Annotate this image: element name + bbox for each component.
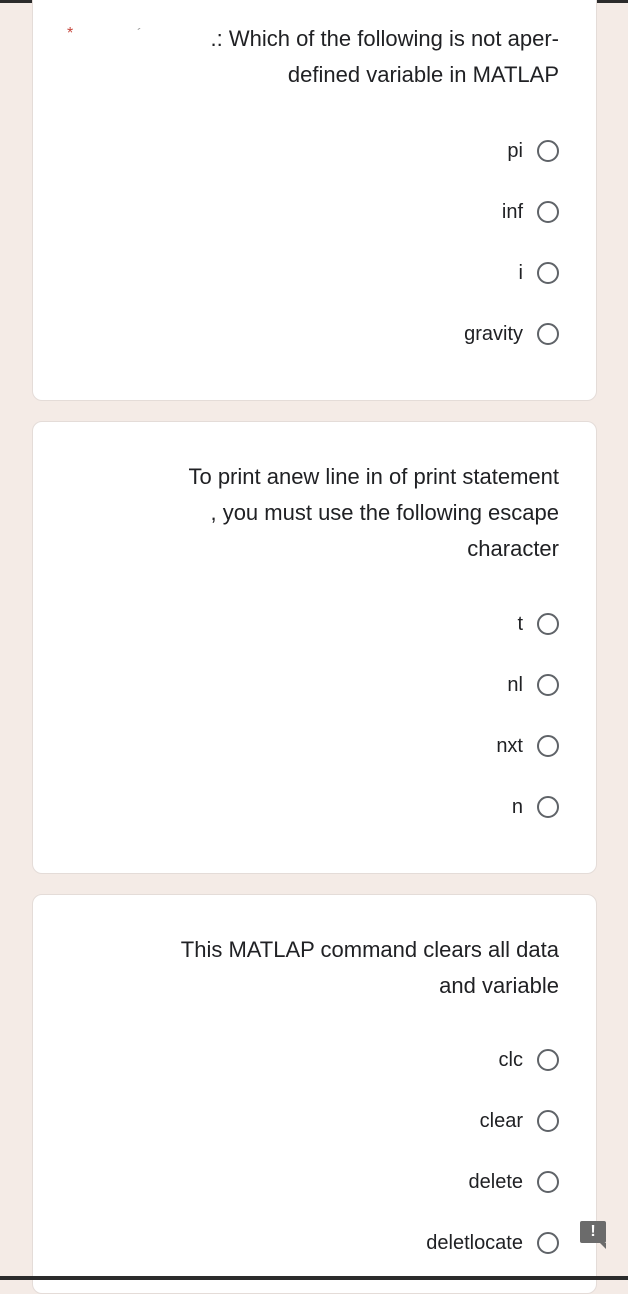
option-label: i (518, 261, 523, 284)
option-t[interactable]: t (517, 609, 559, 639)
radio-button[interactable] (537, 674, 559, 696)
radio-button[interactable] (537, 1110, 559, 1132)
question-title: This MATLAP command clears all data and … (181, 932, 559, 1004)
feedback-icon[interactable]: ! (580, 1221, 606, 1249)
radio-button[interactable] (537, 262, 559, 284)
option-nl[interactable]: nl (507, 670, 559, 700)
question-title: To print anew line in of print statement… (188, 459, 559, 567)
option-n[interactable]: n (512, 792, 559, 822)
radio-button[interactable] (537, 140, 559, 162)
option-clear[interactable]: clear (480, 1106, 559, 1136)
question-title-line: , you must use the following escape (210, 500, 559, 525)
radio-button[interactable] (537, 1232, 559, 1254)
option-label: delete (468, 1170, 524, 1193)
radio-button[interactable] (537, 735, 559, 757)
radio-button[interactable] (537, 201, 559, 223)
option-deletlocate[interactable]: deletlocate (426, 1228, 559, 1258)
option-i[interactable]: i (519, 258, 559, 288)
option-label: nl (507, 673, 523, 696)
question-title-line: This MATLAP command clears all data (180, 937, 559, 962)
question-card-2: To print anew line in of print statement… (32, 421, 597, 874)
question-title-line: To print anew line in of print statement (188, 464, 559, 489)
question-title-line: defined variable in MATLAP (287, 62, 559, 87)
option-label: deletlocate (426, 1231, 523, 1254)
radio-button[interactable] (537, 1171, 559, 1193)
option-gravity[interactable]: gravity (464, 319, 559, 349)
radio-button[interactable] (537, 323, 559, 345)
question-title-line: .: Which of the following is not aper- (210, 26, 560, 51)
option-delete[interactable]: delete (468, 1167, 559, 1197)
prefix-mark: ´ (137, 25, 142, 41)
option-label: pi (507, 139, 523, 162)
radio-button[interactable] (537, 613, 559, 635)
question-card-3: This MATLAP command clears all data and … (32, 894, 597, 1294)
required-asterisk: * (67, 25, 74, 42)
question-title-line: character (467, 536, 559, 561)
option-label: clear (479, 1109, 523, 1132)
option-nxt[interactable]: nxt (496, 731, 559, 761)
option-label: n (511, 795, 523, 818)
radio-button[interactable] (537, 1049, 559, 1071)
option-label: nxt (496, 734, 523, 757)
bottom-edge (0, 1276, 628, 1280)
option-label: clc (498, 1048, 523, 1071)
radio-button[interactable] (537, 796, 559, 818)
option-label: inf (501, 200, 523, 223)
question-card-1: * ´ .: Which of the following is not ape… (32, 0, 597, 401)
question-title: .: Which of the following is not aper- d… (211, 21, 560, 93)
option-pi[interactable]: pi (507, 136, 559, 166)
option-label: gravity (464, 322, 523, 345)
question-title-line: and variable (439, 973, 559, 998)
option-inf[interactable]: inf (502, 197, 559, 227)
option-clc[interactable]: clc (499, 1045, 559, 1075)
option-label: t (517, 612, 523, 635)
